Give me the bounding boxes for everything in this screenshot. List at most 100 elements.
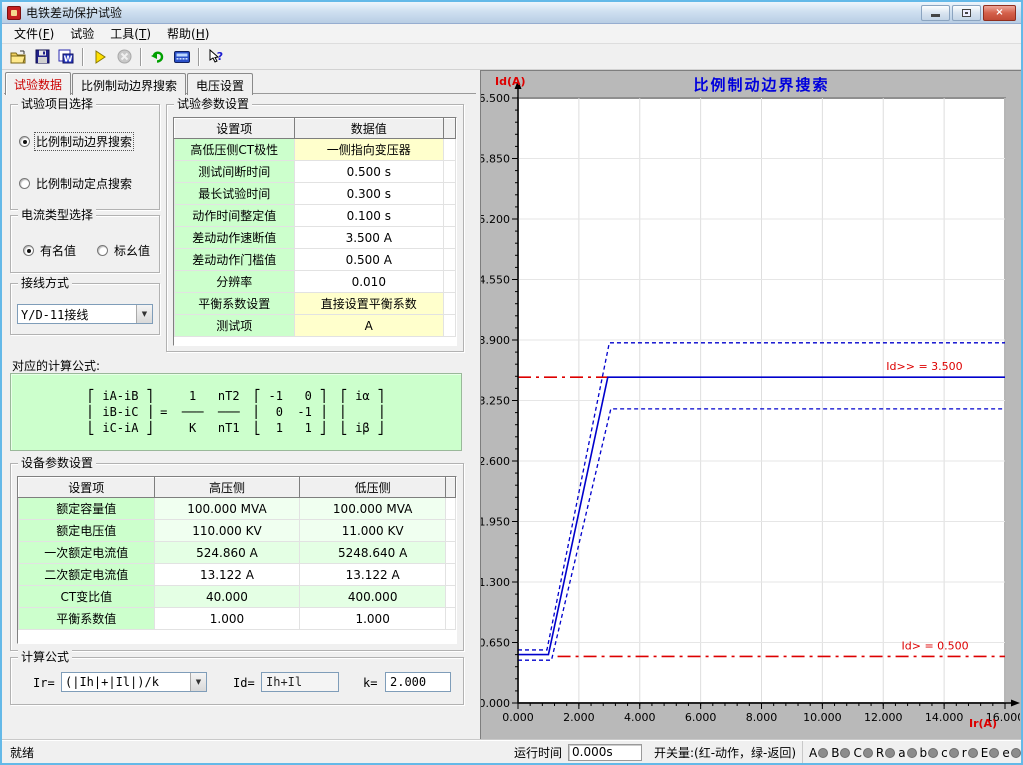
param-value-cell[interactable]: 0.500 A — [294, 249, 443, 271]
param-name-cell: 差动动作速断值 — [175, 227, 295, 249]
param-name-cell: 最长试验时间 — [175, 183, 295, 205]
current-type-group: 电流类型选择 有名值 标幺值 — [10, 215, 160, 273]
tab-3[interactable]: 电压设置 — [187, 73, 253, 95]
minimize-button[interactable] — [921, 5, 950, 21]
spacer-cell — [444, 161, 456, 183]
test-param-table: 设置项数据值高低压侧CT极性一侧指向变压器测试间断时间0.500 s最长试验时间… — [173, 117, 457, 346]
toolbar-separator — [198, 48, 200, 66]
device-high-cell[interactable]: 524.860 A — [154, 542, 300, 564]
radio-fixed-point-search[interactable]: 比例制动定点搜索 — [19, 175, 133, 192]
svg-text:10.000: 10.000 — [803, 711, 842, 724]
ir-formula-select[interactable]: (|Ih|+|Il|)/k ▼ — [61, 672, 207, 692]
device-high-cell[interactable]: 110.000 KV — [154, 520, 300, 542]
param-value-cell[interactable]: 0.500 s — [294, 161, 443, 183]
indicator-letter: a — [898, 746, 905, 760]
k-value-input[interactable]: 2.000 — [385, 672, 451, 692]
svg-text:5.200: 5.200 — [481, 213, 510, 226]
radio-icon — [19, 178, 30, 189]
menu-item[interactable]: 帮助(H) — [159, 23, 217, 44]
spacer-cell — [444, 139, 456, 161]
context-help-button[interactable]: ? — [204, 46, 228, 68]
svg-text:8.000: 8.000 — [746, 711, 778, 724]
svg-text:0.000: 0.000 — [502, 711, 534, 724]
spacer-cell — [446, 520, 456, 542]
radio-boundary-search[interactable]: 比例制动边界搜索 — [19, 133, 133, 150]
transform-formula-box: ⎡ iA-iB ⎤ 1 nT2 ⎡ -1 0 ⎤ ⎡ iα ⎤ ⎢ iB-iC … — [10, 373, 462, 451]
device-low-cell[interactable]: 11.000 KV — [300, 520, 446, 542]
save-file-button[interactable] — [30, 46, 54, 68]
param-value-cell[interactable]: 直接设置平衡系数 — [294, 293, 443, 315]
table-row: 分辨率0.010 — [175, 271, 456, 293]
spacer-cell — [446, 586, 456, 608]
svg-text:5.850: 5.850 — [481, 153, 510, 166]
column-header — [446, 478, 456, 498]
param-value-cell[interactable]: 3.500 A — [294, 227, 443, 249]
spacer-cell — [446, 542, 456, 564]
device-high-cell[interactable]: 100.000 MVA — [154, 498, 300, 520]
id-label: Id= — [233, 676, 255, 690]
svg-text:Id>> = 3.500: Id>> = 3.500 — [886, 360, 962, 373]
device-high-cell[interactable]: 13.122 A — [154, 564, 300, 586]
run-test-icon — [94, 50, 107, 64]
status-bar: 就绪 运行时间 0.000s 开关量:(红-动作，绿-返回) ABCRabcrE… — [2, 740, 1021, 763]
switch-indicator-C: C — [853, 746, 872, 760]
stop-test-button[interactable] — [112, 46, 136, 68]
table-row: 测试间断时间0.500 s — [175, 161, 456, 183]
indicator-dot-icon — [818, 748, 828, 758]
indicator-dot-icon — [885, 748, 895, 758]
tab-1[interactable]: 试验数据 — [5, 72, 71, 95]
undo-button[interactable] — [146, 46, 170, 68]
param-value-cell[interactable]: 0.100 s — [294, 205, 443, 227]
status-ready-text: 就绪 — [10, 744, 34, 761]
menu-item[interactable]: 工具(T) — [102, 23, 159, 44]
switch-indicator-A: A — [809, 746, 828, 760]
menu-item[interactable]: 试验 — [62, 23, 102, 44]
device-low-cell[interactable]: 400.000 — [300, 586, 446, 608]
window-title: 电铁差动保护试验 — [26, 4, 919, 21]
device-low-cell[interactable]: 100.000 MVA — [300, 498, 446, 520]
param-value-cell[interactable]: A — [294, 315, 443, 337]
menu-item[interactable]: 文件(F) — [6, 23, 62, 44]
close-button[interactable]: × — [983, 5, 1016, 21]
device-high-cell[interactable]: 1.000 — [154, 608, 300, 630]
indicator-dot-icon — [928, 748, 938, 758]
left-tab-bar: 试验数据比例制动边界搜索电压设置 — [4, 72, 476, 94]
radio-named-value[interactable]: 有名值 — [23, 242, 77, 259]
tab-2[interactable]: 比例制动边界搜索 — [72, 73, 186, 95]
indicator-letter: R — [876, 746, 884, 760]
svg-text:3.250: 3.250 — [481, 395, 510, 408]
device-high-cell[interactable]: 40.000 — [154, 586, 300, 608]
menu-bar: 文件(F)试验工具(T)帮助(H) — [2, 24, 1021, 44]
ir-label: Ir= — [33, 676, 55, 690]
column-header: 设置项 — [19, 478, 155, 498]
indicator-letter: B — [831, 746, 839, 760]
open-file-button[interactable] — [6, 46, 30, 68]
device-low-cell[interactable]: 1.000 — [300, 608, 446, 630]
device-name-cell: 二次额定电流值 — [19, 564, 155, 586]
column-header: 数据值 — [294, 119, 443, 139]
radio-per-unit-value[interactable]: 标幺值 — [97, 242, 151, 259]
close-icon: × — [995, 7, 1003, 18]
restore-button[interactable] — [952, 5, 981, 21]
device-low-cell[interactable]: 5248.640 A — [300, 542, 446, 564]
param-value-cell[interactable]: 0.300 s — [294, 183, 443, 205]
svg-text:0.000: 0.000 — [481, 697, 510, 710]
transform-formula: ⎡ iA-iB ⎤ 1 nT2 ⎡ -1 0 ⎤ ⎡ iα ⎤ ⎢ iB-iC … — [88, 388, 384, 436]
indicator-dot-icon — [968, 748, 978, 758]
spacer-cell — [446, 608, 456, 630]
instrument-panel-button[interactable] — [170, 46, 194, 68]
param-name-cell: 测试间断时间 — [175, 161, 295, 183]
x-axis-label: Ir(A) — [969, 717, 997, 730]
device-low-cell[interactable]: 13.122 A — [300, 564, 446, 586]
param-value-cell[interactable]: 一侧指向变压器 — [294, 139, 443, 161]
wiring-mode-group: 接线方式 Y/D-11接线 ▼ — [10, 283, 160, 335]
param-value-cell[interactable]: 0.010 — [294, 271, 443, 293]
export-word-button[interactable]: W — [54, 46, 78, 68]
run-test-button[interactable] — [88, 46, 112, 68]
column-header: 设置项 — [175, 119, 295, 139]
svg-text:0.650: 0.650 — [481, 637, 510, 650]
switch-indicator-E: E — [981, 746, 1000, 760]
spacer-cell — [444, 293, 456, 315]
device-name-cell: 平衡系数值 — [19, 608, 155, 630]
wiring-select[interactable]: Y/D-11接线 ▼ — [17, 304, 153, 324]
